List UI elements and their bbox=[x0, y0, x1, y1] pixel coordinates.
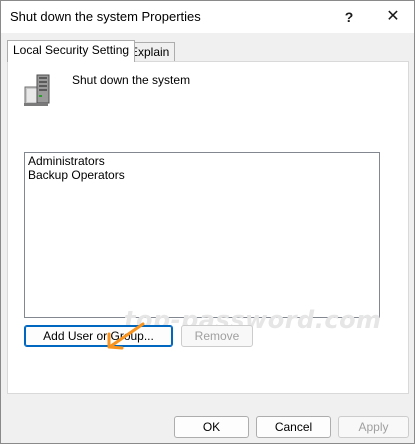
dialog-title: Shut down the system Properties bbox=[10, 9, 201, 24]
list-item[interactable]: Administrators bbox=[25, 154, 379, 168]
help-button[interactable]: ? bbox=[327, 1, 371, 33]
dialog-content: Local Security Setting Explain Shut down… bbox=[1, 33, 414, 443]
ok-button[interactable]: OK bbox=[174, 416, 249, 438]
server-computer-icon bbox=[24, 74, 50, 106]
properties-dialog: Shut down the system Properties ? ✕ Loca… bbox=[0, 0, 415, 444]
assigned-users-list[interactable]: Administrators Backup Operators bbox=[24, 152, 380, 318]
apply-button[interactable]: Apply bbox=[338, 416, 409, 438]
list-item[interactable]: Backup Operators bbox=[25, 168, 379, 182]
orange-arrow-icon bbox=[107, 322, 145, 350]
close-button[interactable]: ✕ bbox=[371, 1, 414, 33]
add-user-or-group-button[interactable]: Add User or Group... bbox=[24, 325, 173, 347]
title-bar[interactable]: Shut down the system Properties ? ✕ bbox=[1, 1, 414, 33]
tab-panel: Shut down the system Administrators Back… bbox=[7, 61, 409, 394]
cancel-button[interactable]: Cancel bbox=[256, 416, 331, 438]
remove-button[interactable]: Remove bbox=[181, 325, 253, 347]
policy-name: Shut down the system bbox=[72, 73, 191, 87]
tab-local-security-setting[interactable]: Local Security Setting bbox=[7, 40, 136, 62]
